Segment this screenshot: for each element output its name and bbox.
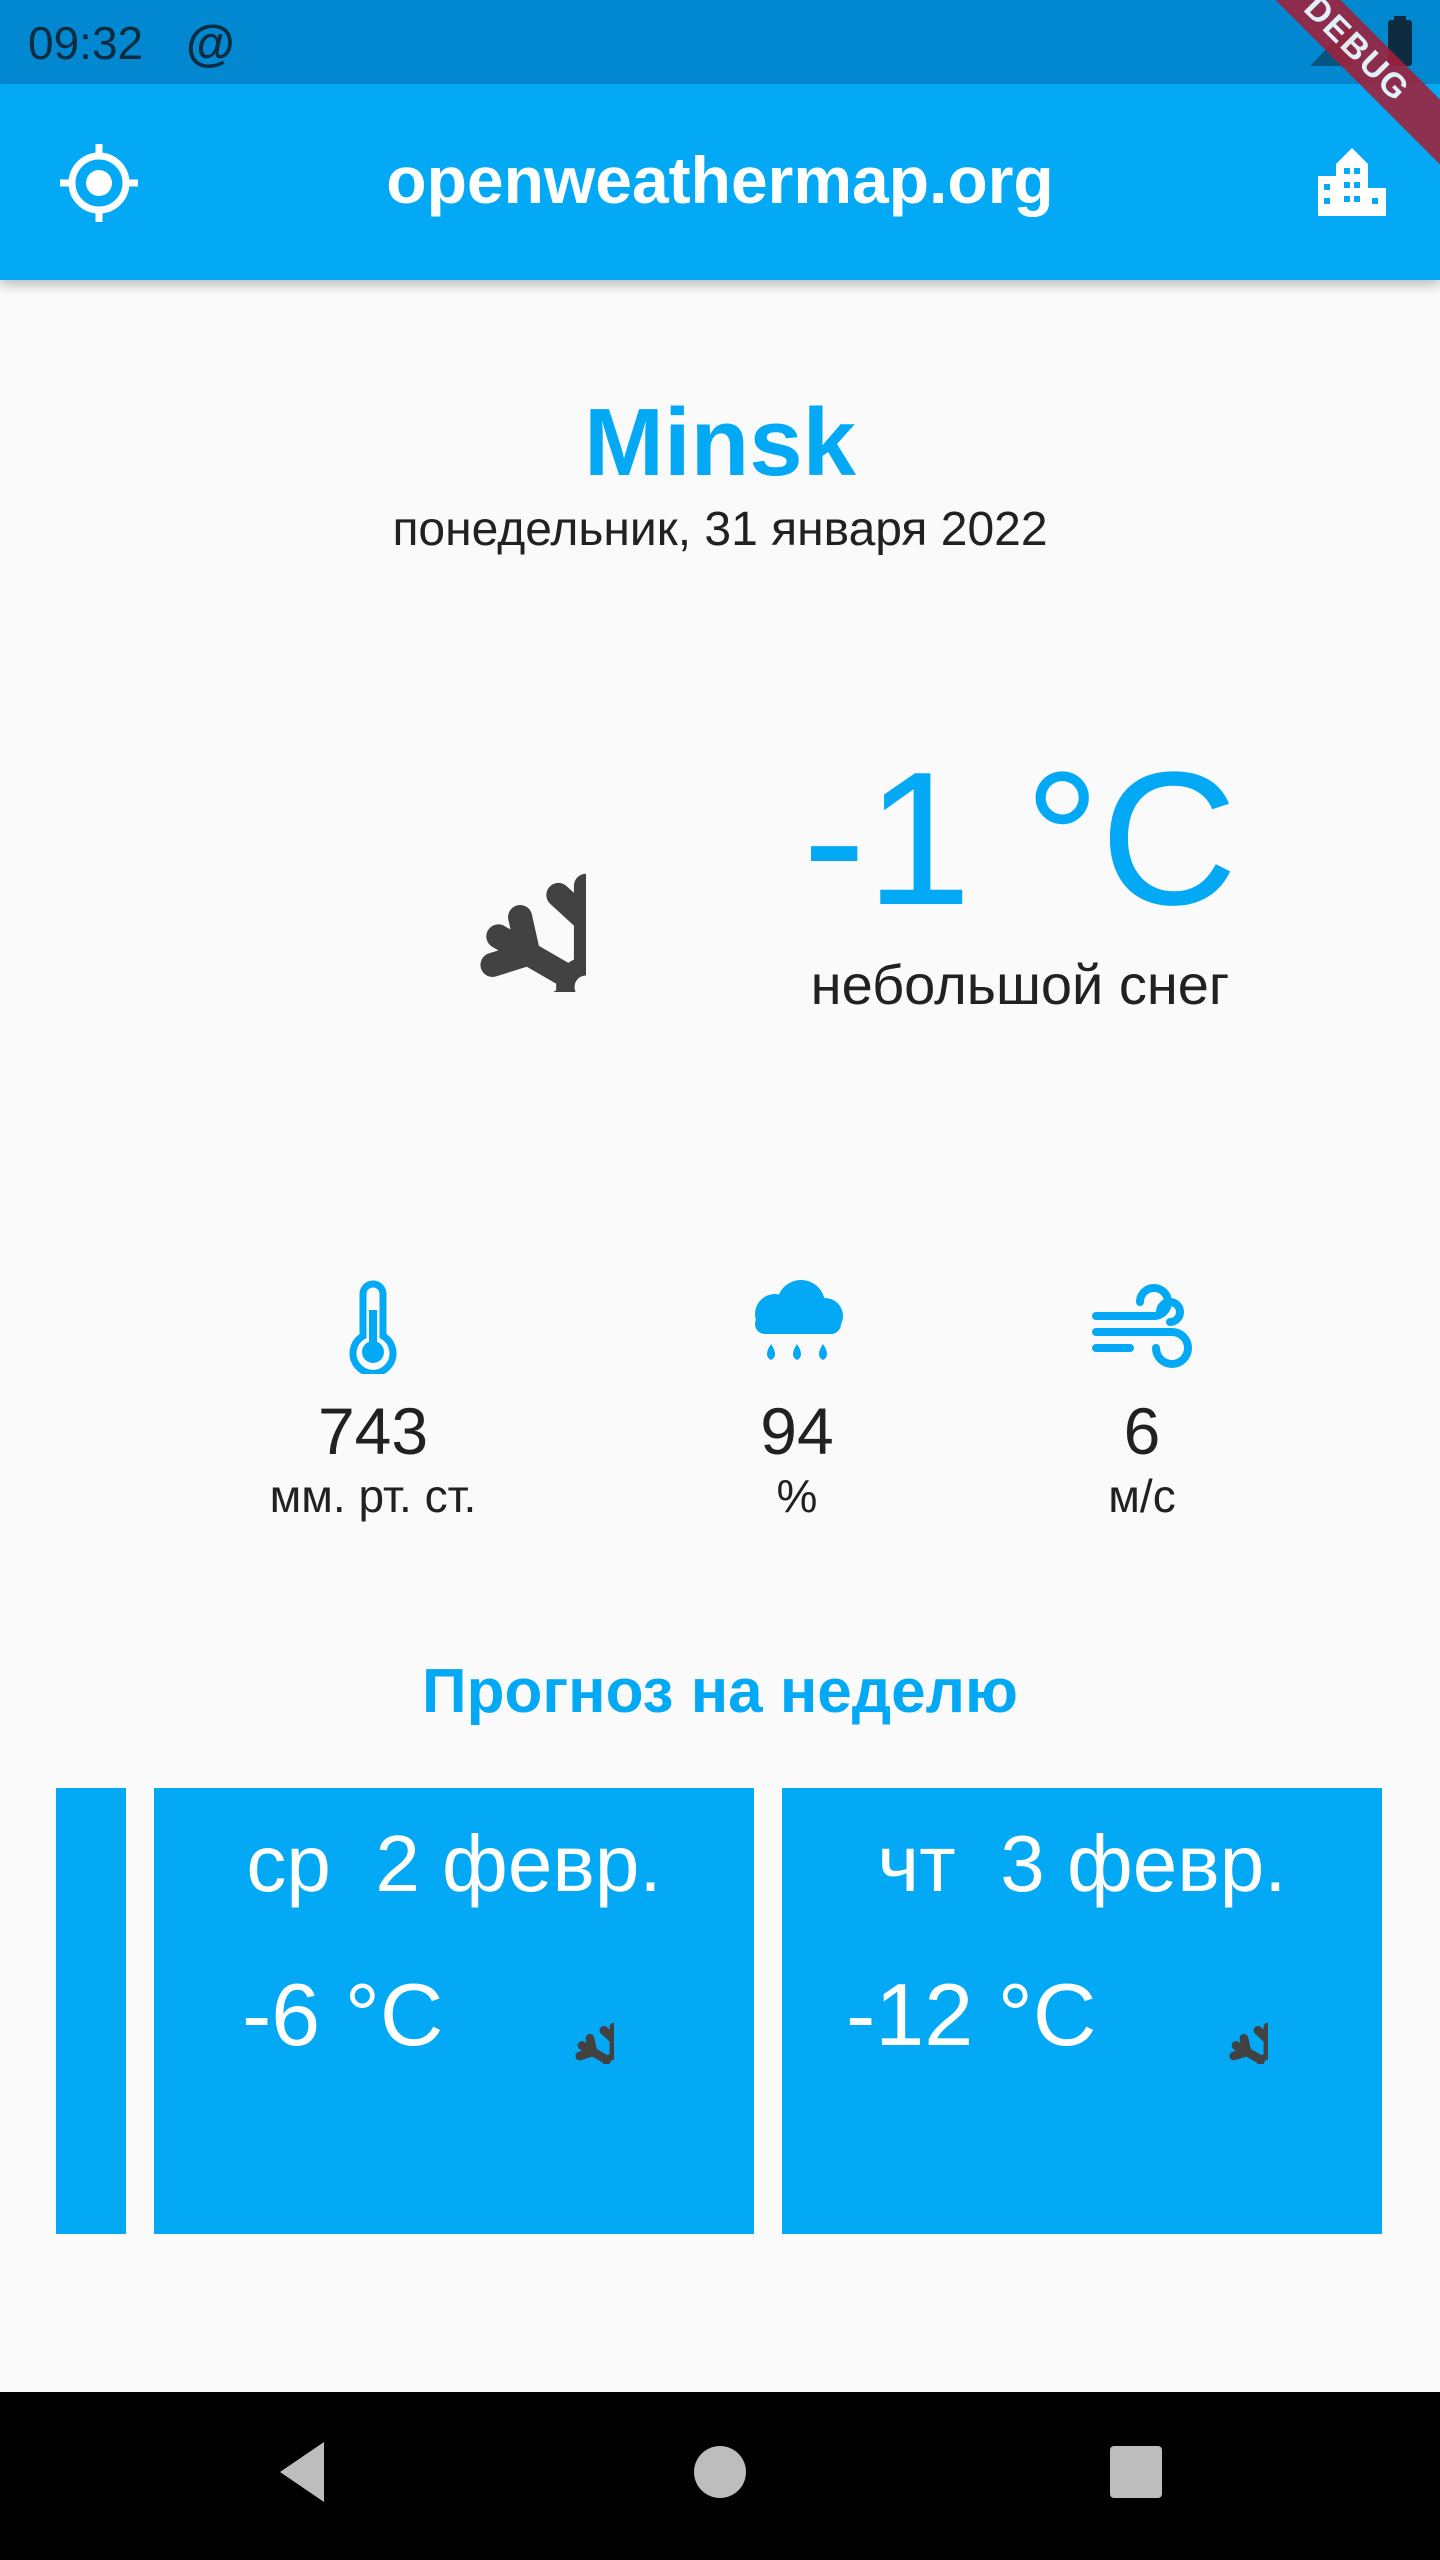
forecast-day: ср 2 февр.: [246, 1819, 662, 1908]
app-bar: openweathermap.org: [0, 84, 1440, 280]
weather-description: небольшой снег: [810, 953, 1230, 1016]
forecast-card[interactable]: ср 2 февр. -6 °C: [154, 1788, 754, 2234]
status-bar: 09:32 @: [0, 0, 1440, 84]
wind-stat: 6 м/с: [972, 1280, 1312, 1524]
forecast-day: чт 3 февр.: [877, 1819, 1287, 1908]
current-date: понедельник, 31 января 2022: [392, 503, 1048, 556]
app-title: openweathermap.org: [386, 143, 1054, 217]
humidity-stat: 94 %: [627, 1280, 967, 1524]
snowflake-icon: [530, 1980, 614, 2064]
snowflake-icon: [356, 752, 586, 992]
wind-unit: м/с: [1108, 1470, 1176, 1522]
wind-value: 6: [1123, 1394, 1161, 1468]
pressure-stat: 743 мм. рт. ст.: [203, 1280, 543, 1524]
forecast-card[interactable]: чт 3 февр. -12 °C: [782, 1788, 1382, 2234]
snowflake-icon: [1184, 1980, 1268, 2064]
home-icon[interactable]: [690, 2436, 750, 2508]
thermometer-icon: [349, 1280, 397, 1374]
forecast-title: Прогноз на неделю: [422, 1657, 1018, 1726]
pressure-unit: мм. рт. ст.: [269, 1470, 477, 1522]
forecast-temp: -6 °C: [242, 1965, 444, 2064]
navigation-bar: [0, 2392, 1440, 2560]
humidity-unit: %: [776, 1470, 818, 1522]
current-temperature: -1 °C: [802, 733, 1238, 945]
wind-icon: [1092, 1284, 1192, 1368]
status-time: 09:32: [28, 17, 144, 69]
rain-cloud-icon: [755, 1280, 843, 1360]
at-sign-icon: @: [186, 15, 235, 71]
forecast-card-partial[interactable]: [56, 1788, 126, 2234]
forecast-temp: -12 °C: [846, 1965, 1097, 2064]
humidity-value: 94: [760, 1394, 834, 1468]
recents-icon[interactable]: [1106, 2436, 1166, 2508]
back-icon[interactable]: [272, 2436, 332, 2508]
pressure-value: 743: [317, 1394, 429, 1468]
city-name: Minsk: [583, 389, 857, 496]
location-city-icon[interactable]: [1316, 146, 1388, 218]
